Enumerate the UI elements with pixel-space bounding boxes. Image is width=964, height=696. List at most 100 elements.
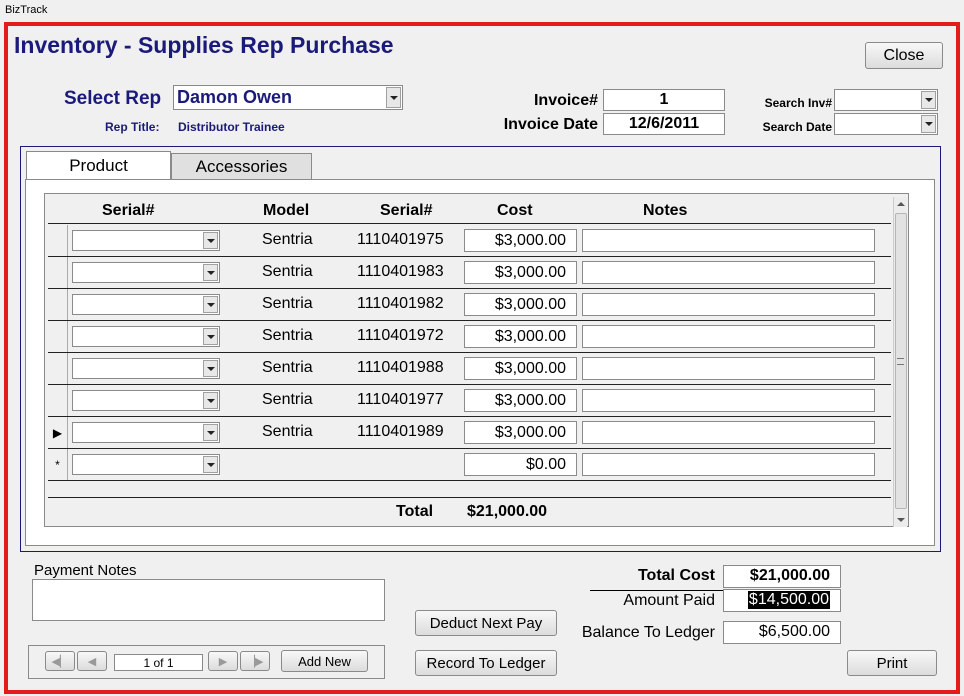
- search-date-label: Search Date: [762, 120, 832, 134]
- table-row: Sentria 1110401977 $3,000.00: [48, 385, 891, 417]
- chevron-down-icon[interactable]: [203, 392, 218, 409]
- notes-field[interactable]: [582, 453, 875, 476]
- serial-combobox[interactable]: [72, 326, 220, 347]
- column-header-serial: Serial#: [380, 202, 433, 219]
- chevron-down-icon[interactable]: [203, 264, 218, 281]
- next-record-icon[interactable]: ▶: [208, 651, 238, 671]
- balance-to-ledger-field[interactable]: $6,500.00: [723, 621, 841, 644]
- window-title: BizTrack: [5, 4, 48, 16]
- record-selector[interactable]: [48, 385, 68, 416]
- payment-notes-field[interactable]: [32, 579, 385, 621]
- serial-combobox[interactable]: [72, 422, 220, 443]
- form-title: Inventory - Supplies Rep Purchase: [14, 32, 394, 58]
- table-row: ▶ Sentria 1110401989 $3,000.00: [48, 417, 891, 449]
- tab-product[interactable]: Product: [26, 151, 171, 180]
- column-header-serial-select: Serial#: [102, 202, 155, 219]
- amount-paid-field[interactable]: $14,500.00: [723, 589, 841, 612]
- serial-combobox[interactable]: [72, 358, 220, 379]
- serial-combobox[interactable]: [72, 390, 220, 411]
- header-divider: [48, 223, 891, 224]
- record-selector[interactable]: [48, 353, 68, 384]
- cost-field[interactable]: $3,000.00: [464, 325, 577, 348]
- serial-combobox[interactable]: [72, 454, 220, 475]
- amount-paid-value: $14,500.00: [747, 591, 830, 609]
- grid-scrollbar[interactable]: [893, 197, 907, 527]
- chevron-down-icon[interactable]: [203, 456, 218, 473]
- serial-cell: 1110401975: [357, 231, 444, 248]
- invoice-date-label: Invoice Date: [503, 116, 598, 133]
- model-cell: Sentria: [262, 231, 313, 248]
- serial-cell: 1110401983: [357, 263, 444, 280]
- cost-field[interactable]: $3,000.00: [464, 421, 577, 444]
- model-cell: Sentria: [262, 263, 313, 280]
- rep-combobox[interactable]: Damon Owen: [173, 85, 403, 110]
- cost-field[interactable]: $3,000.00: [464, 293, 577, 316]
- notes-field[interactable]: [582, 421, 875, 444]
- rep-title-value: Distributor Trainee: [178, 120, 285, 134]
- chevron-down-icon[interactable]: [203, 328, 218, 345]
- last-record-icon[interactable]: ▕▶: [240, 651, 270, 671]
- tab-accessories[interactable]: Accessories: [171, 153, 312, 180]
- record-selector[interactable]: *: [48, 449, 68, 480]
- column-header-notes: Notes: [643, 202, 688, 219]
- model-cell: Sentria: [262, 327, 313, 344]
- serial-combobox[interactable]: [72, 294, 220, 315]
- serial-cell: 1110401988: [357, 359, 444, 376]
- notes-field[interactable]: [582, 357, 875, 380]
- chevron-down-icon[interactable]: [921, 115, 936, 133]
- chevron-down-icon[interactable]: [203, 424, 218, 441]
- chevron-down-icon[interactable]: [203, 232, 218, 249]
- cost-field[interactable]: $3,000.00: [464, 357, 577, 380]
- invoice-number-field[interactable]: 1: [603, 89, 725, 111]
- grip-icon: [897, 358, 904, 365]
- serial-cell: 1110401982: [357, 295, 444, 312]
- table-row: Sentria 1110401975 $3,000.00: [48, 225, 891, 257]
- model-cell: Sentria: [262, 423, 313, 440]
- record-selector[interactable]: [48, 289, 68, 320]
- total-cost-field[interactable]: $21,000.00: [723, 565, 841, 588]
- notes-field[interactable]: [582, 261, 875, 284]
- window-titlebar: BizTrack: [0, 0, 964, 22]
- serial-combobox[interactable]: [72, 230, 220, 251]
- add-new-button[interactable]: Add New: [281, 650, 368, 672]
- chevron-down-icon[interactable]: [203, 296, 218, 313]
- chevron-down-icon[interactable]: [921, 91, 936, 109]
- scroll-up-icon[interactable]: [897, 202, 905, 206]
- rep-title-label: Rep Title:: [105, 120, 160, 134]
- record-to-ledger-button[interactable]: Record To Ledger: [415, 650, 557, 676]
- cost-field[interactable]: $3,000.00: [464, 229, 577, 252]
- column-header-model: Model: [263, 202, 310, 219]
- grid-total-value: $21,000.00: [467, 503, 548, 520]
- print-button[interactable]: Print: [847, 650, 937, 676]
- footer-divider: [48, 497, 891, 498]
- search-invoice-combobox[interactable]: [834, 89, 938, 111]
- record-selector[interactable]: [48, 225, 68, 256]
- table-row: Sentria 1110401972 $3,000.00: [48, 321, 891, 353]
- notes-field[interactable]: [582, 229, 875, 252]
- chevron-down-icon[interactable]: [386, 87, 401, 108]
- model-cell: Sentria: [262, 391, 313, 408]
- amount-paid-label: Amount Paid: [623, 592, 715, 609]
- cost-field[interactable]: $0.00: [464, 453, 577, 476]
- balance-to-ledger-label: Balance To Ledger: [581, 624, 715, 641]
- chevron-down-icon[interactable]: [203, 360, 218, 377]
- serial-combobox[interactable]: [72, 262, 220, 283]
- first-record-icon[interactable]: ◀▏: [45, 651, 75, 671]
- cost-field[interactable]: $3,000.00: [464, 389, 577, 412]
- invoice-date-field[interactable]: 12/6/2011: [603, 113, 725, 135]
- cost-field[interactable]: $3,000.00: [464, 261, 577, 284]
- record-selector[interactable]: ▶: [48, 417, 68, 448]
- scroll-down-icon[interactable]: [897, 518, 905, 522]
- search-date-combobox[interactable]: [834, 113, 938, 135]
- record-position-field[interactable]: 1 of 1: [114, 654, 203, 671]
- deduct-next-pay-button[interactable]: Deduct Next Pay: [415, 610, 557, 636]
- notes-field[interactable]: [582, 293, 875, 316]
- notes-field[interactable]: [582, 389, 875, 412]
- record-selector[interactable]: [48, 257, 68, 288]
- prev-record-icon[interactable]: ◀: [77, 651, 107, 671]
- notes-field[interactable]: [582, 325, 875, 348]
- invoice-number-label: Invoice#: [533, 92, 598, 109]
- payment-notes-label: Payment Notes: [34, 562, 137, 579]
- record-selector[interactable]: [48, 321, 68, 352]
- close-button[interactable]: Close: [865, 42, 943, 69]
